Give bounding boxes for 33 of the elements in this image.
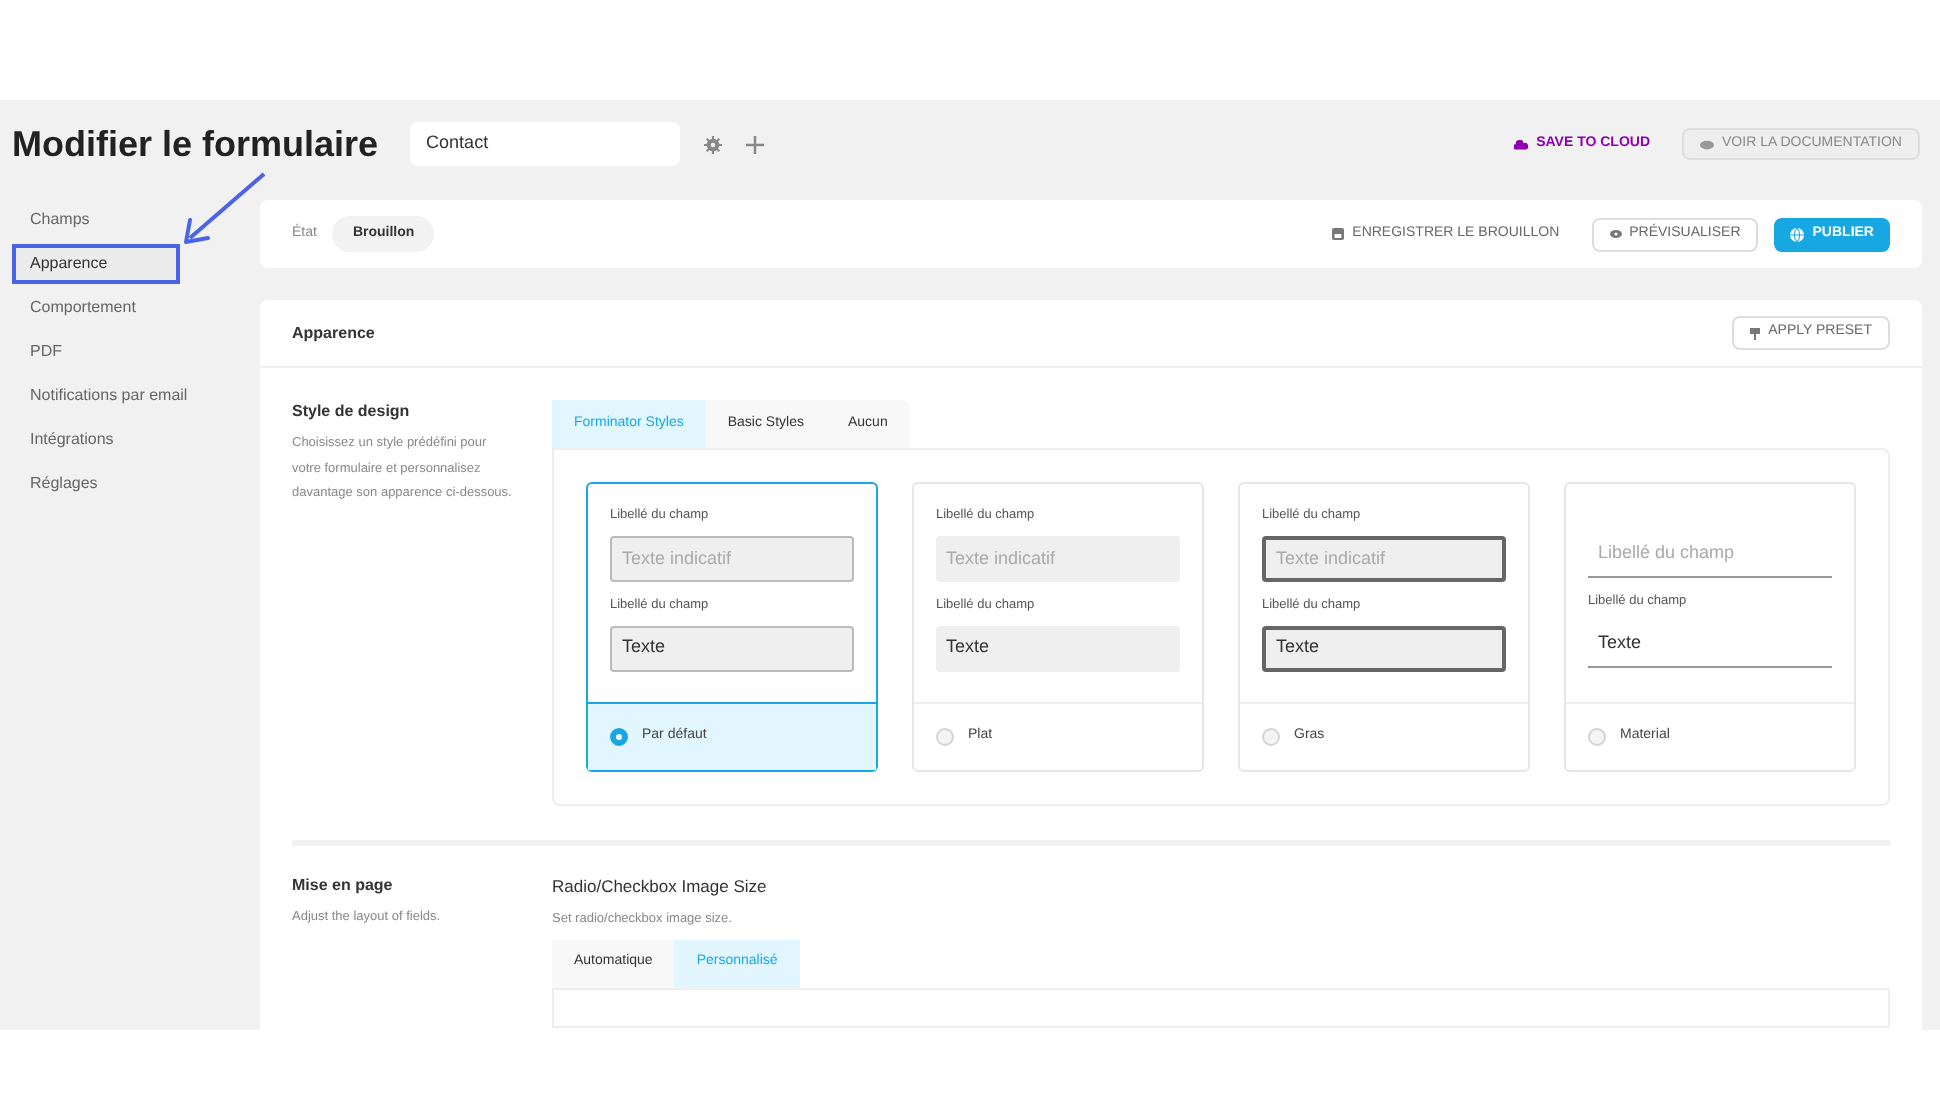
text-field: Texte	[936, 625, 1180, 671]
sidebar-item[interactable]: Apparence	[12, 244, 180, 284]
sidebar-item[interactable]: Réglages	[12, 464, 260, 504]
eye-icon	[1609, 230, 1622, 238]
radio-button[interactable]	[1588, 728, 1606, 746]
floppy-icon	[1332, 228, 1345, 240]
radio-button[interactable]	[936, 728, 954, 746]
placeholder-field: Libellé du champ	[1588, 532, 1832, 578]
cloud-icon	[1514, 139, 1529, 149]
gear-icon[interactable]	[704, 135, 723, 153]
sidebar-item[interactable]: Comportement	[12, 288, 260, 328]
radio-button[interactable]	[1262, 728, 1280, 746]
sidebar-item[interactable]: Notifications par email	[12, 376, 260, 416]
radio-button[interactable]	[610, 728, 628, 746]
placeholder-field: Texte indicatif	[610, 535, 854, 582]
section-title: Style de design	[292, 400, 412, 424]
text-field: Texte	[610, 625, 854, 671]
text-field: Texte	[1588, 621, 1832, 668]
text-field: Texte	[1262, 625, 1506, 671]
option-title: Radio/Checkbox Image Size	[552, 874, 769, 900]
placeholder-field: Texte indicatif	[1262, 535, 1506, 582]
form-name-field[interactable]: Contact	[410, 122, 681, 166]
pin-icon	[1750, 327, 1761, 339]
globe-icon	[1790, 227, 1805, 241]
sidebar-item[interactable]: Champs	[12, 200, 260, 240]
sidebar-item[interactable]: PDF	[12, 332, 260, 372]
panel-title: Apparence	[292, 321, 375, 345]
sidebar-item[interactable]: Intégrations	[12, 420, 260, 460]
eye-icon	[1700, 139, 1715, 149]
section-title: Mise en page	[292, 874, 395, 898]
plus-icon[interactable]	[746, 135, 765, 153]
placeholder-field: Texte indicatif	[936, 535, 1180, 582]
page-title: Modifier le formulaire	[12, 121, 379, 167]
